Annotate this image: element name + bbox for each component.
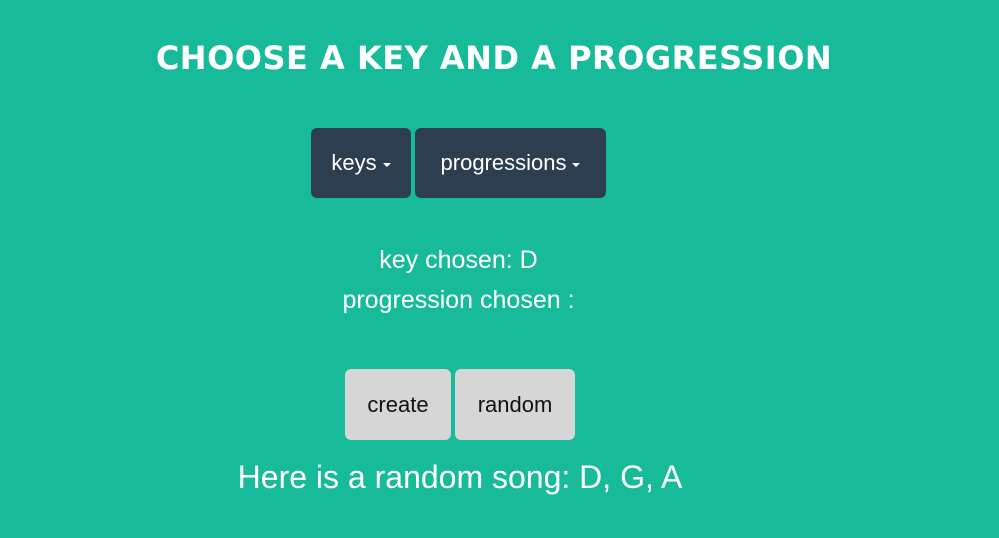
create-button[interactable]: create [345, 369, 451, 440]
random-button[interactable]: random [455, 369, 575, 440]
progressions-dropdown[interactable]: progressions [415, 128, 606, 198]
keys-dropdown[interactable]: keys [311, 128, 411, 198]
page-title: CHOOSE A KEY AND A PROGRESSION [155, 39, 833, 77]
key-chosen-text: key chosen: D [379, 246, 538, 274]
keys-dropdown-label: keys [331, 150, 377, 175]
progression-chosen-text: progression chosen : [342, 286, 575, 314]
progressions-dropdown-label: progressions [440, 150, 567, 175]
action-button-row: create random [345, 369, 575, 440]
random-song-text: Here is a random song: D, G, A [237, 459, 683, 495]
page: CHOOSE A KEY AND A PROGRESSION keys prog… [0, 0, 999, 538]
caret-down-icon [382, 162, 391, 167]
caret-down-icon [572, 162, 581, 167]
dropdown-row: keys progressions [311, 128, 606, 198]
